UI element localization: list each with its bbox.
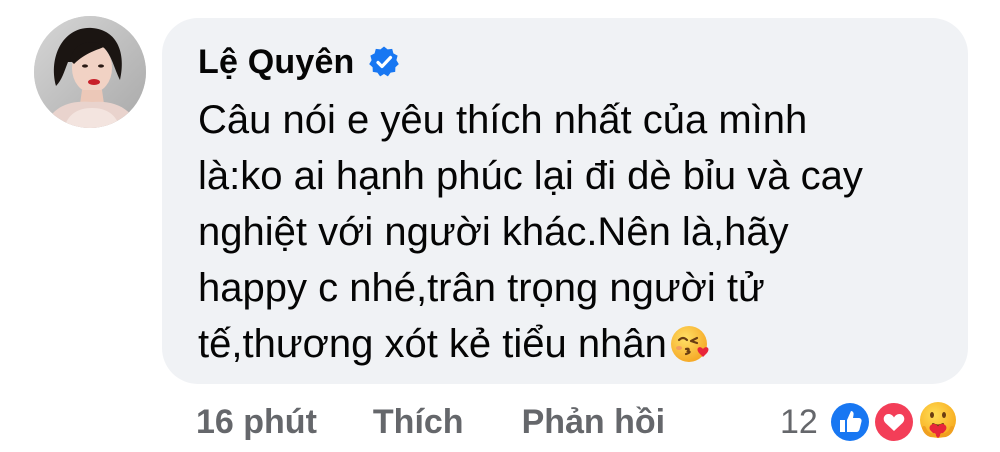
- comment-container: Lệ Quyên Câu nói e yêu thích nhất của mì…: [0, 0, 1000, 452]
- love-reaction-icon: [869, 398, 918, 446]
- like-button[interactable]: Thích: [373, 403, 464, 442]
- comment-bubble: Lệ Quyên Câu nói e yêu thích nhất của mì…: [162, 18, 968, 384]
- face-blowing-a-kiss-icon: [669, 321, 713, 365]
- reaction-count: 12: [780, 402, 818, 441]
- reply-button[interactable]: Phản hồi: [522, 403, 666, 442]
- author-row: Lệ Quyên: [198, 40, 401, 84]
- reaction-icons: [825, 396, 974, 448]
- comment-line: Câu nói e yêu thích nhất của mình: [198, 98, 808, 142]
- avatar[interactable]: [34, 16, 146, 128]
- comment-line: là:ko ai hạnh phúc lại đi dè bỉu và cay: [198, 154, 863, 198]
- comment-timestamp[interactable]: 16 phút: [196, 403, 317, 442]
- care-reaction-icon: [913, 398, 962, 446]
- reactions-summary[interactable]: 12: [780, 396, 974, 448]
- like-reaction-icon: [825, 398, 874, 446]
- comment-line-last: tế,thương xót kẻ tiểu nhân: [198, 316, 958, 372]
- verified-badge-icon: [367, 45, 401, 79]
- comment-actions: 16 phút Thích Phản hồi: [196, 398, 665, 446]
- comment-text: Câu nói e yêu thích nhất của mình là:ko …: [198, 92, 958, 372]
- comment-line: happy c nhé,trân trọng người tử: [198, 266, 765, 310]
- comment-line: nghiệt với người khác.Nên là,hãy: [198, 210, 789, 254]
- author-name[interactable]: Lệ Quyên: [198, 43, 355, 82]
- comment-line-text: tế,thương xót kẻ tiểu nhân: [198, 322, 667, 366]
